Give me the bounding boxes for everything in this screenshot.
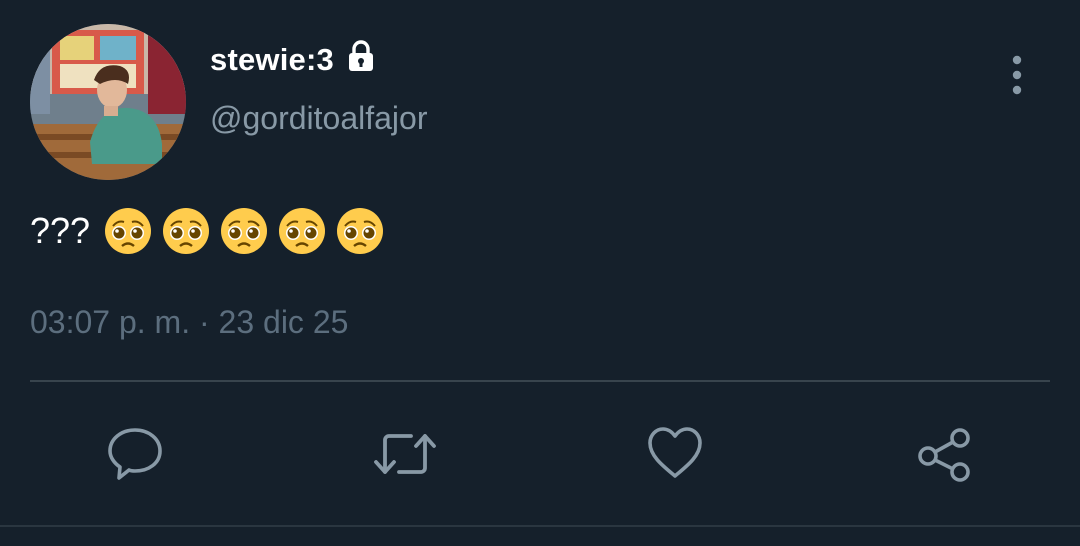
tweet-text-content: ??? (30, 210, 91, 251)
user-handle[interactable]: @gorditoalfajor (210, 100, 427, 137)
pleading-face-icon (219, 206, 269, 256)
vertical-ellipsis-icon (1012, 55, 1022, 95)
display-name-row: stewie:3 (210, 39, 378, 80)
tweet-timestamp[interactable]: 03:07 p. m. · 23 dic 25 (30, 304, 348, 341)
divider (0, 525, 1080, 527)
avatar-image (30, 24, 186, 180)
more-options-button[interactable] (998, 52, 1038, 98)
pleading-face-icon (161, 206, 211, 256)
share-button[interactable] (915, 424, 975, 484)
like-button[interactable] (645, 424, 705, 484)
retweet-icon (374, 434, 436, 474)
heart-icon (648, 427, 702, 478)
avatar[interactable] (30, 24, 186, 180)
speech-bubble-icon (108, 428, 162, 480)
share-icon (918, 428, 970, 482)
pleading-face-icon (277, 206, 327, 256)
reply-button[interactable] (105, 424, 165, 484)
lock-icon (344, 39, 378, 78)
display-name[interactable]: stewie:3 (210, 42, 334, 78)
pleading-face-icon (335, 206, 385, 256)
pleading-face-icon (103, 206, 153, 256)
retweet-button[interactable] (373, 424, 436, 484)
divider (30, 380, 1050, 382)
tweet-text: ??? (30, 203, 385, 259)
emoji-group (103, 206, 385, 256)
